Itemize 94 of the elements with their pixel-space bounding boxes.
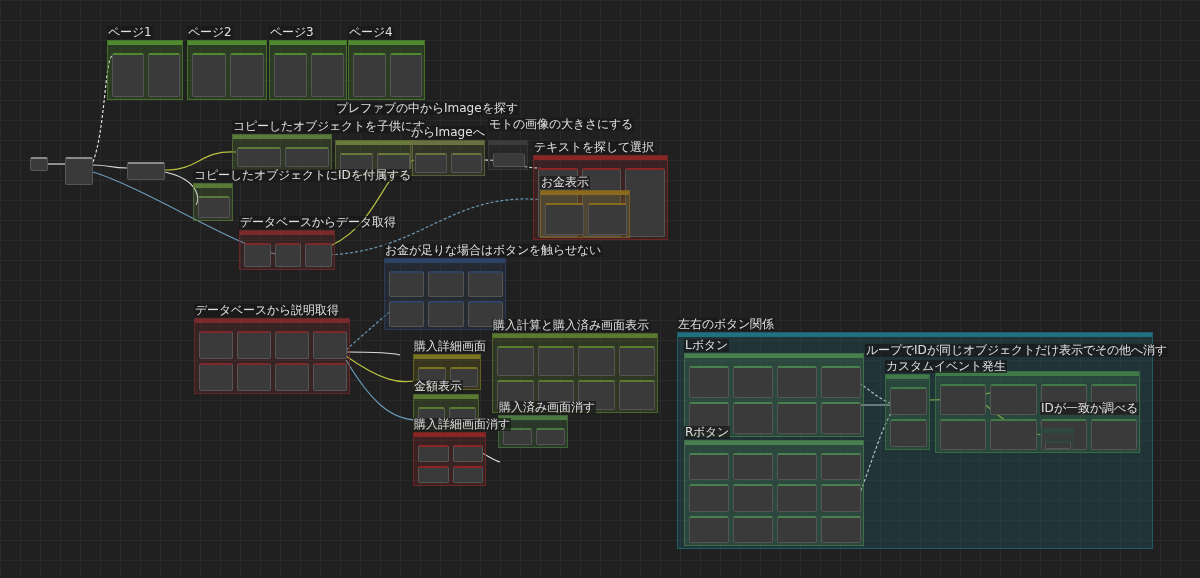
group-title: カスタムイベント発生 <box>885 360 1007 373</box>
graph-node <box>389 271 425 297</box>
graph-node <box>274 243 302 267</box>
graph-node <box>237 331 271 359</box>
graph-node <box>450 153 482 173</box>
graph-node <box>777 402 817 434</box>
group-title: 金額表示 <box>413 380 463 393</box>
graph-node <box>890 419 927 447</box>
group-title: ページ3 <box>269 26 315 39</box>
group-title: プレファブの中からImageを探す <box>335 102 519 115</box>
graph-node <box>452 445 483 462</box>
graph-node <box>467 271 503 297</box>
graph-node <box>428 271 464 297</box>
graph-node <box>689 484 729 512</box>
graph-node <box>537 346 574 376</box>
graph-node <box>890 387 927 415</box>
graph-node <box>237 147 281 167</box>
group-title: お金が足りな場合はボタンを触らせない <box>384 244 602 257</box>
graph-node <box>503 428 532 445</box>
graph-node <box>733 366 773 398</box>
graph-node <box>305 243 332 267</box>
group-title: コピーしたオブジェクトにIDを付属する <box>193 169 412 182</box>
graph-node <box>990 384 1037 415</box>
graph-node <box>418 466 449 483</box>
group-title: お金表示 <box>540 176 590 189</box>
group-title: テキストを探して選択 <box>533 141 655 154</box>
graph-node <box>536 428 565 445</box>
graph-node <box>990 419 1037 450</box>
group-title: ページ4 <box>348 26 394 39</box>
graph-node <box>313 363 347 391</box>
graph-node <box>777 366 817 398</box>
graph-node <box>389 53 422 97</box>
graph-node <box>689 453 729 481</box>
connection-wire <box>47 163 66 165</box>
graph-node <box>940 384 987 415</box>
group-title: IDが一致か調べる <box>1040 402 1139 415</box>
group-title: 左右のボタン関係 <box>677 318 775 331</box>
graph-node <box>237 363 271 391</box>
graph-node <box>452 466 483 483</box>
graph-node <box>821 366 861 398</box>
group-title: データベースからデータ取得 <box>239 216 397 229</box>
graph-node <box>821 453 861 481</box>
graph-node <box>1090 419 1137 450</box>
group-title: 購入詳細画面 <box>413 340 487 353</box>
group-title: 購入詳細画面消す <box>413 418 511 431</box>
graph-node <box>777 484 817 512</box>
group-title: 購入計算と購入済み画面表示 <box>492 319 650 332</box>
graph-node <box>618 380 655 410</box>
graph-node <box>777 453 817 481</box>
graph-node <box>618 346 655 376</box>
graph-node <box>127 162 165 180</box>
group-title: ページ1 <box>107 26 153 39</box>
graph-node <box>415 153 447 173</box>
graph-node <box>733 515 773 543</box>
graph-node <box>578 346 615 376</box>
group-title: Rボタン <box>684 426 731 439</box>
graph-node <box>733 453 773 481</box>
group-title: モトの画像の大きさにする <box>488 118 634 131</box>
graph-node <box>733 402 773 434</box>
graph-node <box>30 157 48 171</box>
graph-node <box>497 346 534 376</box>
graph-node <box>689 366 729 398</box>
graph-node <box>353 53 386 97</box>
graph-node <box>821 515 861 543</box>
group-title: ページ2 <box>187 26 233 39</box>
graph-node <box>428 301 464 327</box>
graph-node <box>313 331 347 359</box>
group-title: Lボタン <box>684 339 729 352</box>
group-title: ループでIDが同じオブジェクトだけ表示でその他へ消す <box>865 344 1168 357</box>
graph-node <box>285 147 329 167</box>
graph-node <box>493 153 525 167</box>
group-title: 購入済み画面消す <box>498 401 596 414</box>
graph-node <box>275 331 309 359</box>
graph-node <box>244 243 271 267</box>
graph-node <box>311 53 344 97</box>
graph-node <box>199 363 233 391</box>
graph-node <box>199 331 233 359</box>
graph-node <box>940 419 987 450</box>
graph-node <box>198 196 230 218</box>
graph-node <box>148 53 180 97</box>
graph-node <box>112 53 144 97</box>
graph-node <box>418 445 449 462</box>
graph-node <box>733 484 773 512</box>
graph-node <box>275 363 309 391</box>
graph-node <box>821 484 861 512</box>
graph-node <box>821 402 861 434</box>
graph-node <box>689 515 729 543</box>
graph-node <box>230 53 264 97</box>
graph-node <box>777 515 817 543</box>
graph-node <box>274 53 307 97</box>
graph-node <box>389 301 425 327</box>
graph-node <box>192 53 226 97</box>
graph-node <box>65 157 93 185</box>
group-title: データベースから説明取得 <box>194 304 340 317</box>
